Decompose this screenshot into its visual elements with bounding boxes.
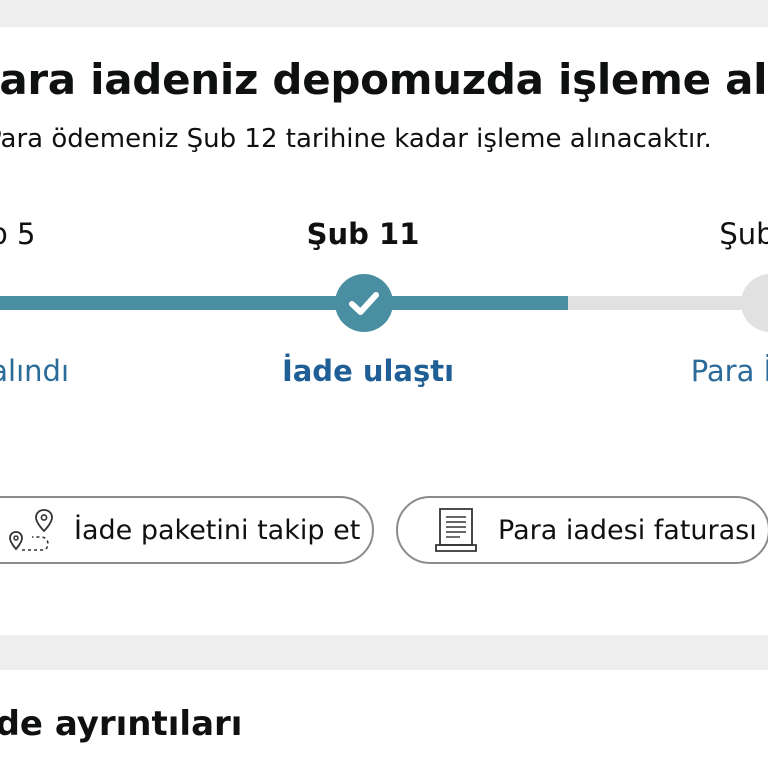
refund-status-card: Para iadeniz depomuzda işleme alındı Par… [0, 27, 768, 635]
return-details-card: İade ayrıntıları [0, 670, 768, 768]
refund-invoice-label: Para iadesi faturası [498, 514, 757, 546]
track-package-button[interactable]: İade paketini takip et [0, 496, 374, 564]
refund-subtitle: Para ödemeniz Şub 12 tarihine kadar işle… [0, 124, 712, 154]
map-route-icon [8, 506, 56, 554]
step-pending-indicator [741, 274, 768, 332]
section-title: İade ayrıntıları [0, 704, 243, 744]
timeline-step-3[interactable]: Para İadesi [691, 354, 768, 388]
track-package-label: İade paketini takip et [74, 514, 361, 546]
timeline-date-2: Şub 11 [306, 217, 420, 251]
page-title: Para iadeniz depomuzda işleme alındı [0, 55, 768, 104]
timeline-date-3: Şub 12 [719, 217, 768, 251]
checkmark-icon [349, 292, 379, 315]
timeline-date-1: Şub 5 [0, 217, 36, 251]
refund-invoice-button[interactable]: Para iadesi faturası [396, 496, 768, 564]
progress-bar-remaining [568, 296, 768, 310]
refund-status-page: Para iadeniz depomuzda işleme alındı Par… [0, 0, 768, 768]
timeline-step-2[interactable]: İade ulaştı [282, 354, 454, 388]
timeline-step-1[interactable]: Teslim alındı [0, 354, 69, 388]
progress-bar-filled [0, 296, 568, 310]
receipt-icon [434, 506, 480, 554]
step-complete-indicator [335, 274, 393, 332]
